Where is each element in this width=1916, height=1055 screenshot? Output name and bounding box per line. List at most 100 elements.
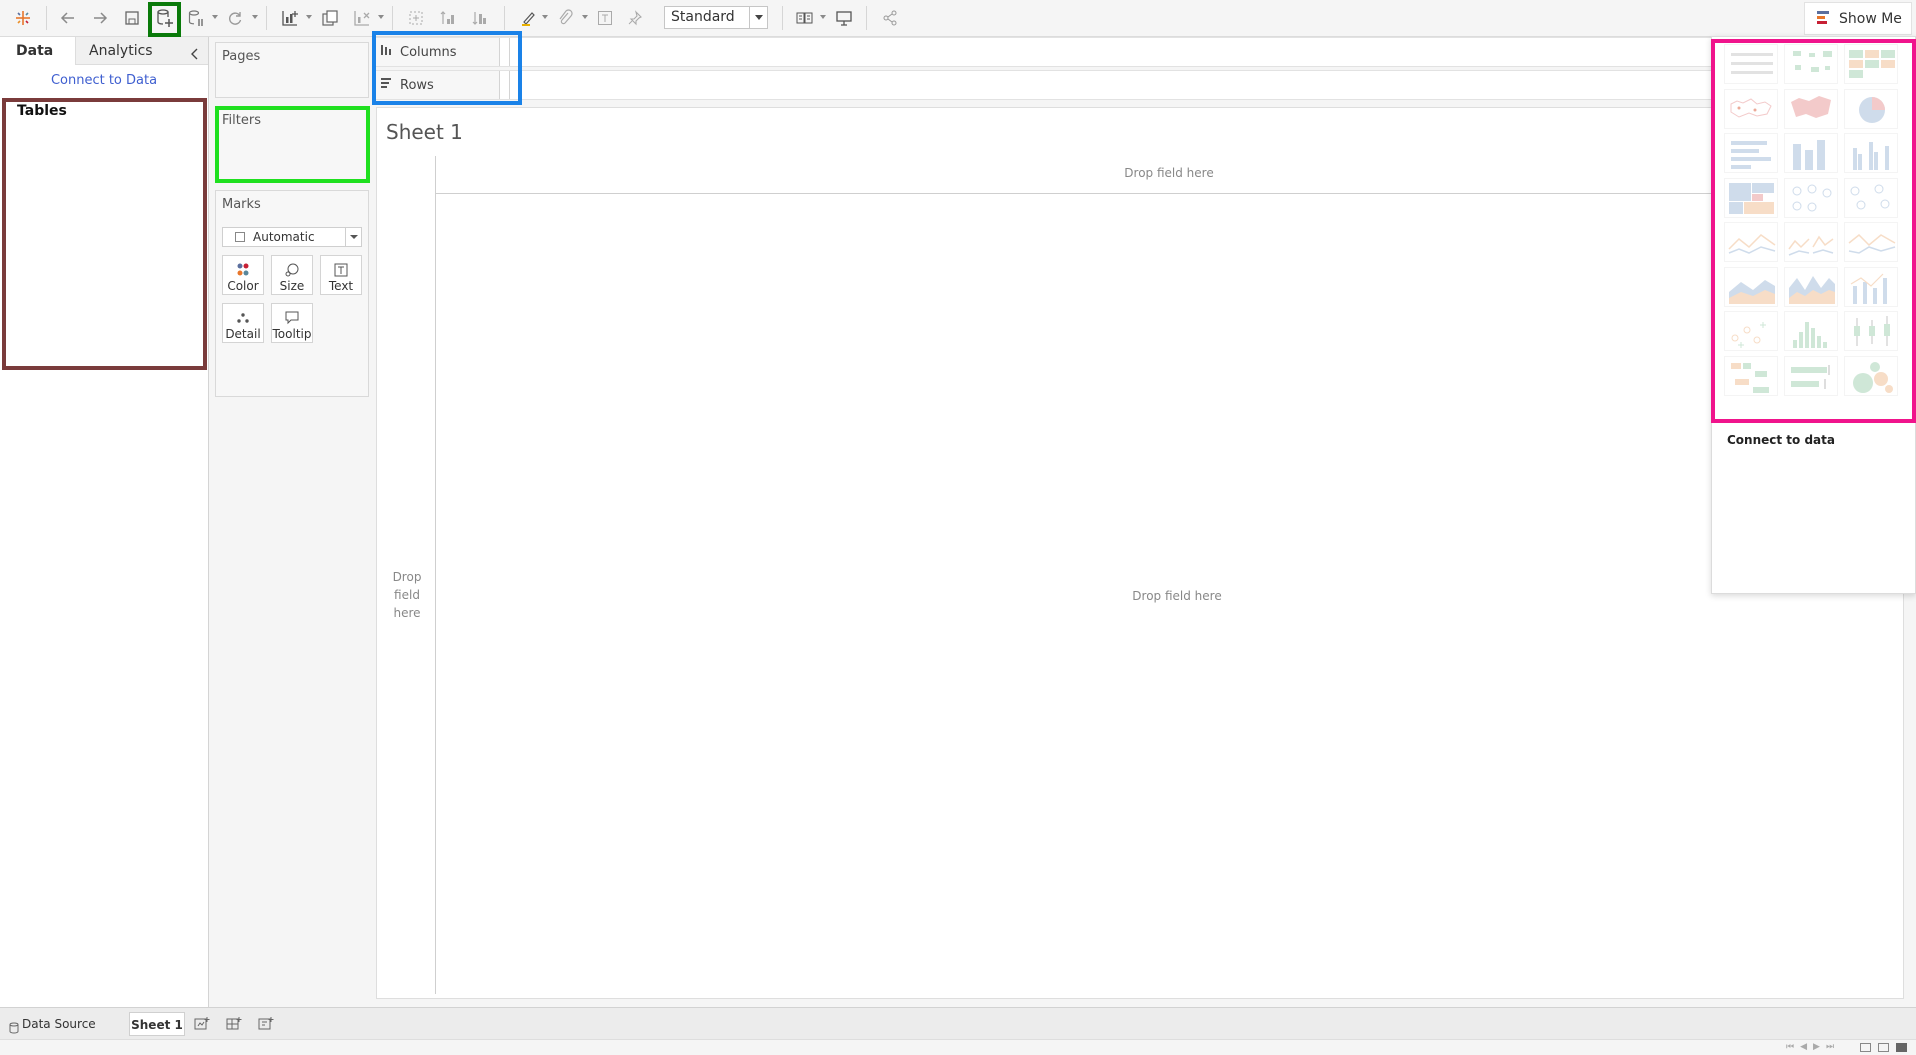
chart-type-text-table-icon[interactable]: [1724, 44, 1778, 84]
new-worksheet-tab-icon[interactable]: [194, 1016, 210, 1032]
pause-data-updates-icon[interactable]: [186, 6, 206, 30]
size-label: Size: [279, 279, 305, 293]
filmstrip-view-icon[interactable]: [1896, 1043, 1907, 1052]
tab-analytics[interactable]: Analytics: [76, 37, 208, 65]
tab-data[interactable]: Data: [0, 37, 76, 65]
new-worksheet-icon[interactable]: [278, 6, 302, 30]
columns-shelf[interactable]: Columns: [372, 37, 1916, 67]
mark-type-icon: [235, 232, 245, 242]
swap-rows-columns-icon[interactable]: [404, 6, 428, 30]
clear-sheet-icon[interactable]: [350, 6, 374, 30]
chart-type-histogram-icon[interactable]: [1784, 311, 1838, 351]
chart-type-scatter-plot-icon[interactable]: [1724, 311, 1778, 351]
list-view-icon[interactable]: [1878, 1043, 1889, 1052]
pages-shelf[interactable]: Pages: [215, 42, 369, 98]
new-data-source-icon[interactable]: [152, 6, 178, 30]
view-drop-zone[interactable]: Drop field here: [937, 589, 1417, 603]
share-icon[interactable]: [878, 6, 902, 30]
chart-type-symbol-map-icon[interactable]: [1724, 88, 1778, 129]
duplicate-sheet-icon[interactable]: [318, 6, 342, 30]
filters-shelf[interactable]: Filters: [215, 106, 369, 181]
highlight-icon[interactable]: [516, 6, 540, 30]
show-me-button[interactable]: Show Me: [1804, 2, 1912, 35]
collapse-pane-icon[interactable]: [188, 43, 202, 60]
group-members-icon[interactable]: [554, 6, 576, 30]
show-cards-icon[interactable]: [794, 6, 818, 30]
columns-shelf-divider: [500, 38, 510, 66]
chart-type-bullet-graph-icon[interactable]: [1784, 355, 1838, 396]
chart-type-treemap-icon[interactable]: [1724, 177, 1778, 218]
color-button[interactable]: Color: [222, 255, 264, 295]
detail-button[interactable]: Detail: [222, 303, 264, 343]
grid-view-icon[interactable]: [1860, 1043, 1871, 1052]
text-label: Text: [328, 279, 354, 293]
filters-shelf-title: Filters: [222, 113, 261, 128]
size-button[interactable]: Size: [271, 255, 313, 295]
toolbar: Standard Show Me: [0, 0, 1916, 37]
marks-card: Marks Automatic Color Size Text Detail T…: [215, 190, 369, 397]
new-dashboard-tab-icon[interactable]: [226, 1016, 242, 1032]
mark-type-value: Automatic: [253, 230, 315, 244]
columns-icon: [380, 44, 392, 60]
chart-type-lines-discrete-icon[interactable]: [1784, 222, 1838, 262]
chart-type-box-and-whisker-icon[interactable]: [1844, 311, 1898, 351]
rows-icon: [380, 77, 392, 93]
rows-shelf[interactable]: Rows: [372, 70, 1916, 100]
chart-type-horizontal-bars-icon[interactable]: [1724, 133, 1778, 173]
chart-type-dual-combination-icon[interactable]: [1844, 266, 1898, 307]
chart-type-area-continuous-icon[interactable]: [1724, 266, 1778, 307]
presentation-mode-icon[interactable]: [832, 6, 856, 30]
chart-type-stacked-bars-icon[interactable]: [1784, 133, 1838, 173]
shelves-column: Pages Filters Marks Automatic Color Size: [210, 37, 370, 1007]
chart-type-side-by-side-bars-icon[interactable]: [1844, 133, 1898, 173]
size-icon: [272, 256, 312, 278]
sheet-title[interactable]: Sheet 1: [386, 120, 463, 144]
new-story-tab-icon[interactable]: [258, 1016, 274, 1032]
text-icon: [321, 256, 361, 278]
color-icon: [223, 256, 263, 278]
undo-icon[interactable]: [56, 6, 80, 30]
chart-type-highlight-table-icon[interactable]: [1844, 44, 1898, 84]
highlight-tables: [2, 98, 207, 370]
detail-label: Detail: [225, 327, 261, 341]
rows-drop-zone[interactable]: Drop field here: [385, 568, 429, 622]
connect-to-data-link[interactable]: Connect to Data: [0, 73, 208, 88]
tooltip-icon: [272, 304, 312, 326]
show-me-label: Show Me: [1839, 10, 1902, 27]
chart-type-lines-continuous-icon[interactable]: [1724, 222, 1778, 262]
tableau-logo-icon: [12, 6, 34, 30]
sort-ascending-icon[interactable]: [436, 6, 460, 30]
mark-type-select[interactable]: Automatic: [222, 227, 362, 247]
chevron-down-icon: [749, 7, 767, 28]
tooltip-button[interactable]: Tooltip: [271, 303, 313, 343]
refresh-icon[interactable]: [224, 6, 246, 30]
color-label: Color: [227, 279, 259, 293]
chart-type-side-by-side-circles-icon[interactable]: [1844, 177, 1898, 218]
status-nav-icons[interactable]: ⏮◀▶⏭: [1786, 1042, 1840, 1052]
tables-heading: Tables: [17, 103, 67, 119]
fix-axes-pin-icon[interactable]: [624, 6, 646, 30]
sort-descending-icon[interactable]: [468, 6, 492, 30]
chart-type-gantt-chart-icon[interactable]: [1724, 355, 1778, 396]
rows-drop-divider: [435, 156, 436, 994]
columns-drop-zone[interactable]: Drop field here: [436, 152, 1902, 194]
rows-shelf-label: Rows: [372, 71, 500, 99]
data-source-label: Data Source: [22, 1017, 96, 1031]
show-mark-labels-icon[interactable]: [594, 6, 616, 30]
chart-type-area-discrete-icon[interactable]: [1784, 266, 1838, 307]
save-icon[interactable]: [120, 6, 144, 30]
chart-type-dual-lines-icon[interactable]: [1844, 222, 1898, 262]
rows-shelf-divider: [500, 71, 510, 99]
columns-label: Columns: [400, 44, 457, 60]
redo-icon[interactable]: [88, 6, 112, 30]
chart-type-pie-chart-icon[interactable]: [1844, 88, 1898, 129]
text-button[interactable]: Text: [320, 255, 362, 295]
chart-type-packed-bubbles-icon[interactable]: [1844, 355, 1898, 396]
detail-icon: [223, 304, 263, 326]
data-source-tab[interactable]: Data Source: [6, 1012, 124, 1036]
chart-type-filled-map-icon[interactable]: [1784, 88, 1838, 129]
fit-view-select[interactable]: Standard: [664, 6, 768, 29]
chart-type-circle-view-icon[interactable]: [1784, 177, 1838, 218]
chart-type-heat-map-icon[interactable]: [1784, 44, 1838, 84]
sheet-1-tab[interactable]: Sheet 1: [129, 1012, 185, 1036]
